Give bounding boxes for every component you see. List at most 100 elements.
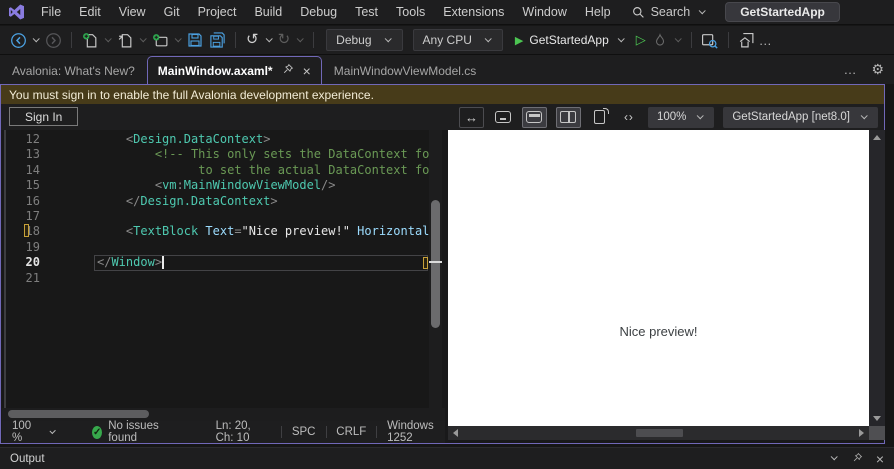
encoding-status[interactable]: Windows 1252: [387, 420, 445, 444]
solution-platforms-dropdown[interactable]: Any CPU: [412, 29, 503, 51]
scroll-up-icon[interactable]: [873, 135, 881, 140]
new-file-button[interactable]: [80, 29, 100, 51]
search-icon: [632, 6, 644, 18]
menu-item-git[interactable]: Git: [155, 0, 189, 24]
search-control[interactable]: Search: [632, 5, 708, 19]
menu-item-edit[interactable]: Edit: [70, 0, 110, 24]
code-line[interactable]: </Design.DataContext>: [97, 194, 429, 209]
code-line[interactable]: to set the actual DataContext for r: [97, 163, 429, 178]
menu-item-build[interactable]: Build: [245, 0, 291, 24]
separator: [727, 32, 729, 48]
menu-item-view[interactable]: View: [110, 0, 155, 24]
open-file-button[interactable]: [115, 29, 135, 51]
menu-item-project[interactable]: Project: [189, 0, 246, 24]
tab-avalonia-what-s-new[interactable]: Avalonia: What's New?: [0, 57, 147, 84]
scrollbar-thumb[interactable]: [636, 429, 683, 437]
preview-zoom-dropdown[interactable]: 100%: [647, 106, 715, 128]
chevron-down-icon[interactable]: [674, 34, 682, 42]
redo-button[interactable]: ↻: [276, 29, 293, 51]
chevron-down-icon[interactable]: [296, 34, 304, 42]
editor-vertical-scrollbar[interactable]: [429, 130, 442, 408]
caret-position-tick: [429, 261, 442, 263]
pin-icon[interactable]: [852, 452, 863, 466]
menu-item-file[interactable]: File: [32, 0, 70, 24]
output-panel-header: Output ×: [0, 447, 894, 469]
code-line[interactable]: <Design.DataContext>: [97, 132, 429, 147]
split-view-button[interactable]: [555, 106, 581, 128]
close-tab-icon[interactable]: ×: [303, 64, 311, 78]
navigate-back-button[interactable]: [8, 29, 28, 51]
scrollbar-thumb[interactable]: [8, 410, 149, 418]
title-bar: File Edit View Git Project Build Debug Test Tool…: [0, 0, 894, 25]
caret-position-status[interactable]: Ln: 20, Ch: 10: [216, 420, 272, 444]
design-view-button[interactable]: [493, 107, 513, 128]
sign-in-button[interactable]: Sign In: [9, 107, 79, 126]
xaml-code-editor[interactable]: 12 13 14 15 16 17 18 19 20 21 <Design.DataContext…: [2, 130, 429, 408]
code-line[interactable]: <!-- This only sets the DataContext for: [97, 147, 429, 162]
code-line[interactable]: <vm:MainWindowViewModel/>: [97, 178, 429, 193]
design-view-icon: [494, 111, 511, 123]
swap-panes-button[interactable]: ↔: [458, 106, 484, 128]
line-ending-status[interactable]: CRLF: [336, 426, 366, 438]
run-target-label: GetStartedApp: [529, 33, 609, 47]
scrollbar-thumb[interactable]: [431, 200, 440, 328]
pin-icon[interactable]: [282, 63, 294, 78]
solution-home-button[interactable]: [737, 29, 757, 51]
tab-mainwindowviewmodel-cs[interactable]: MainWindowViewModel.cs: [322, 57, 489, 84]
preview-horizontal-scrollbar[interactable]: [448, 426, 869, 440]
code-line[interactable]: [97, 240, 429, 255]
chevron-down-icon[interactable]: [830, 453, 838, 461]
device-preview-button[interactable]: [590, 107, 610, 128]
chevron-down-icon[interactable]: [265, 34, 273, 42]
editor-zoom-dropdown[interactable]: 100 %: [2, 420, 66, 444]
scroll-right-icon[interactable]: [859, 429, 864, 437]
find-in-files-button[interactable]: [700, 29, 720, 51]
preview-vertical-scrollbar[interactable]: [869, 130, 885, 426]
menu-item-test[interactable]: Test: [346, 0, 387, 24]
menu-item-help[interactable]: Help: [576, 0, 620, 24]
menu-item-debug[interactable]: Debug: [291, 0, 346, 24]
scroll-down-icon[interactable]: [873, 416, 881, 421]
unsaved-change-marker: [24, 224, 29, 237]
code-line[interactable]: </Window>: [97, 255, 429, 270]
indent-mode-status[interactable]: SPC: [292, 426, 316, 438]
separator: [313, 32, 315, 48]
close-icon[interactable]: ×: [876, 452, 884, 466]
hot-reload-button[interactable]: [650, 29, 670, 51]
line-number: 12: [25, 132, 40, 146]
avalonia-previewer[interactable]: Nice preview!: [448, 130, 869, 426]
undo-button[interactable]: ↺: [244, 29, 261, 51]
menu-item-window[interactable]: Window: [513, 0, 575, 24]
toolbar-overflow-button[interactable]: …: [759, 33, 773, 48]
chevron-down-icon: [484, 34, 492, 42]
visual-studio-logo-icon: [6, 3, 26, 21]
save-all-button[interactable]: [207, 29, 227, 51]
scroll-left-icon[interactable]: [453, 429, 458, 437]
save-button[interactable]: [185, 29, 205, 51]
line-number: 16: [25, 193, 40, 208]
chevron-down-icon[interactable]: [32, 34, 40, 42]
solution-configurations-dropdown[interactable]: Debug: [326, 29, 403, 51]
gear-icon[interactable]: ⚙: [871, 61, 884, 78]
chevron-down-icon[interactable]: [139, 34, 147, 42]
chevron-down-icon[interactable]: [174, 34, 182, 42]
start-debugging-button[interactable]: ▶ GetStartedApp: [509, 33, 632, 47]
navigate-forward-button[interactable]: [43, 29, 63, 51]
code-line[interactable]: <TextBlock Text="Nice preview!" Horizont…: [97, 224, 429, 239]
xaml-view-button[interactable]: ‹›: [619, 107, 639, 128]
line-number: 13: [25, 147, 40, 162]
no-issues-check-icon: ✓: [92, 425, 103, 439]
home-icon: [740, 32, 754, 47]
code-line[interactable]: [97, 209, 429, 224]
preview-window-button[interactable]: [521, 106, 547, 128]
menu-item-extensions[interactable]: Extensions: [434, 0, 513, 24]
start-without-debugging-button[interactable]: ▷: [634, 29, 648, 51]
add-item-button[interactable]: [150, 29, 170, 51]
tab-mainwindow-axaml[interactable]: MainWindow.axaml* ×: [146, 56, 322, 84]
menu-item-tools[interactable]: Tools: [387, 0, 434, 24]
preview-target-dropdown[interactable]: GetStartedApp [net8.0]: [723, 106, 878, 128]
chevron-down-icon[interactable]: [104, 34, 112, 42]
code-line[interactable]: [97, 271, 429, 286]
solution-name-button[interactable]: GetStartedApp: [725, 2, 840, 22]
tab-overflow-button[interactable]: …: [843, 62, 857, 77]
